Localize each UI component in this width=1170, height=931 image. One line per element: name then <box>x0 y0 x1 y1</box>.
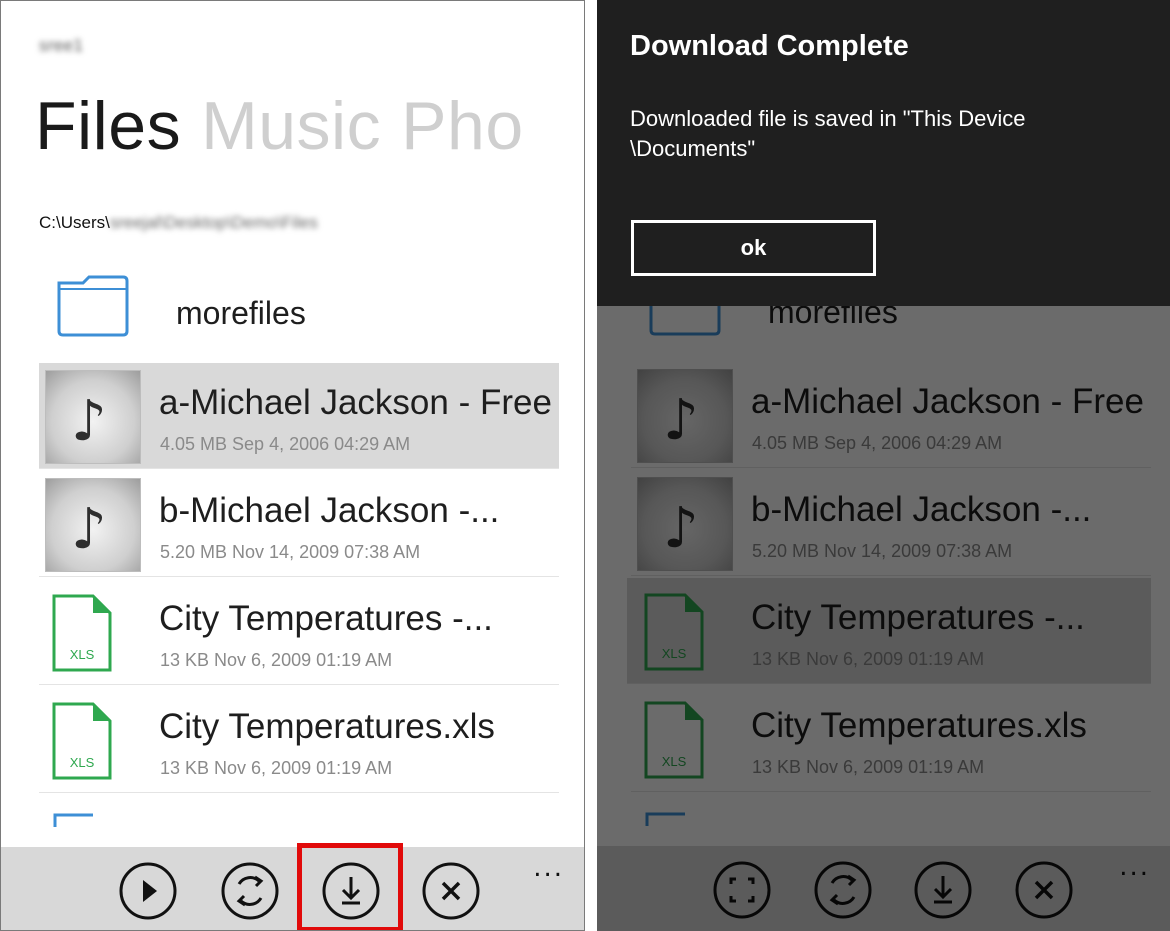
more-options-button: ... <box>1119 852 1150 882</box>
dialog-title: Download Complete <box>630 30 909 62</box>
list-item[interactable]: XLS City Temperatures -... 13 KB Nov 6, … <box>39 579 559 685</box>
left-screen: sree1 Files Music Pho C:\Users\sreejal\Des… <box>0 0 585 931</box>
play-button[interactable] <box>117 860 179 922</box>
download-complete-dialog: Download Complete Downloaded file is sav… <box>597 0 1170 306</box>
folder-icon <box>57 275 129 337</box>
file-name: a-Michael Jackson - Free <box>751 382 1144 421</box>
app-bar: ... <box>597 846 1170 931</box>
sync-button[interactable] <box>219 860 281 922</box>
svg-text:XLS: XLS <box>662 754 687 769</box>
file-name: City Temperatures -... <box>159 599 493 638</box>
right-screen: morefiles ♪ a-Michael Jackson - Free 4.0… <box>597 0 1170 931</box>
list-item: XLS City Temperatures -... 13 KB Nov 6, … <box>627 578 1151 684</box>
download-button[interactable] <box>320 860 382 922</box>
fullscreen-button <box>711 859 773 921</box>
file-name: City Temperatures.xls <box>159 707 495 746</box>
current-path: C:\Users\sreejal\Desktop\Demo\Files <box>39 213 318 233</box>
fullscreen-icon <box>713 861 771 919</box>
file-meta: 5.20 MB Nov 14, 2009 07:38 AM <box>752 541 1013 561</box>
list-item: ♪ b-Michael Jackson -... 5.20 MB Nov 14,… <box>631 470 1151 576</box>
music-note-icon: ♪ <box>663 388 699 453</box>
file-meta: 4.05 MB Sep 4, 2006 04:29 AM <box>160 434 411 454</box>
music-thumbnail: ♪ <box>45 370 141 464</box>
file-meta: 4.05 MB Sep 4, 2006 04:29 AM <box>752 433 1003 453</box>
download-button <box>912 859 974 921</box>
folder-item-morefiles[interactable]: morefiles <box>39 263 559 361</box>
xls-file-icon: XLS <box>644 593 704 671</box>
close-icon <box>422 862 480 920</box>
music-note-icon: ♪ <box>663 496 699 561</box>
download-icon <box>322 862 380 920</box>
list-item: XLS City Temperatures.xls 13 KB Nov 6, 2… <box>631 686 1151 792</box>
app-bar: ... <box>1 843 584 930</box>
account-name: sree1 <box>39 36 84 55</box>
cancel-button <box>1013 859 1075 921</box>
svg-text:XLS: XLS <box>662 646 687 661</box>
pivot-tab-music[interactable]: Music <box>201 88 381 164</box>
list-item: ♪ a-Michael Jackson - Free 4.05 MB Sep 4… <box>631 362 1151 468</box>
sync-button <box>812 859 874 921</box>
list-item[interactable]: XLS City Temperatures.xls 13 KB Nov 6, 2… <box>39 687 559 793</box>
file-meta: 13 KB Nov 6, 2009 01:19 AM <box>752 649 985 669</box>
music-note-icon: ♪ <box>71 389 107 454</box>
play-icon <box>119 862 177 920</box>
list-item[interactable]: ♪ b-Michael Jackson -... 5.20 MB Nov 14,… <box>39 471 559 577</box>
folder-name: morefiles <box>176 295 306 331</box>
svg-text:XLS: XLS <box>70 755 95 770</box>
path-rest: sreejal\Desktop\Demo\Files <box>109 213 318 232</box>
file-name: City Temperatures -... <box>751 598 1085 637</box>
music-thumbnail: ♪ <box>45 478 141 572</box>
more-options-button[interactable]: ... <box>533 853 564 883</box>
file-meta: 13 KB Nov 6, 2009 01:19 AM <box>752 757 985 777</box>
file-name: City Temperatures.xls <box>751 706 1087 745</box>
music-thumbnail: ♪ <box>637 477 733 571</box>
xls-file-icon: XLS <box>52 594 112 672</box>
pivot-header: Files Music Pho <box>35 87 544 165</box>
file-meta: 13 KB Nov 6, 2009 01:19 AM <box>160 650 393 670</box>
svg-text:XLS: XLS <box>70 647 95 662</box>
screen-divider <box>585 0 597 931</box>
file-meta: 5.20 MB Nov 14, 2009 07:38 AM <box>160 542 421 562</box>
dialog-message: Downloaded file is saved in "This Device… <box>630 106 1026 161</box>
cancel-button[interactable] <box>420 860 482 922</box>
file-name: b-Michael Jackson -... <box>751 490 1092 529</box>
music-note-icon: ♪ <box>71 497 107 562</box>
music-thumbnail: ♪ <box>637 369 733 463</box>
pivot-tab-files[interactable]: Files <box>35 88 181 164</box>
xls-file-icon: XLS <box>52 702 112 780</box>
sync-icon <box>814 861 872 919</box>
close-icon <box>1015 861 1073 919</box>
path-prefix: C:\Users\ <box>39 213 110 232</box>
file-name: a-Michael Jackson - Free <box>159 383 552 422</box>
xls-file-icon: XLS <box>644 701 704 779</box>
partial-file-icon <box>645 812 685 826</box>
sync-icon <box>221 862 279 920</box>
list-item[interactable]: ♪ a-Michael Jackson - Free 4.05 MB Sep 4… <box>39 363 559 469</box>
pivot-tab-photos[interactable]: Pho <box>401 88 524 164</box>
ok-button[interactable]: ok <box>631 220 876 276</box>
file-name: b-Michael Jackson -... <box>159 491 500 530</box>
partial-file-icon <box>53 813 93 827</box>
file-meta: 13 KB Nov 6, 2009 01:19 AM <box>160 758 393 778</box>
download-icon <box>914 861 972 919</box>
